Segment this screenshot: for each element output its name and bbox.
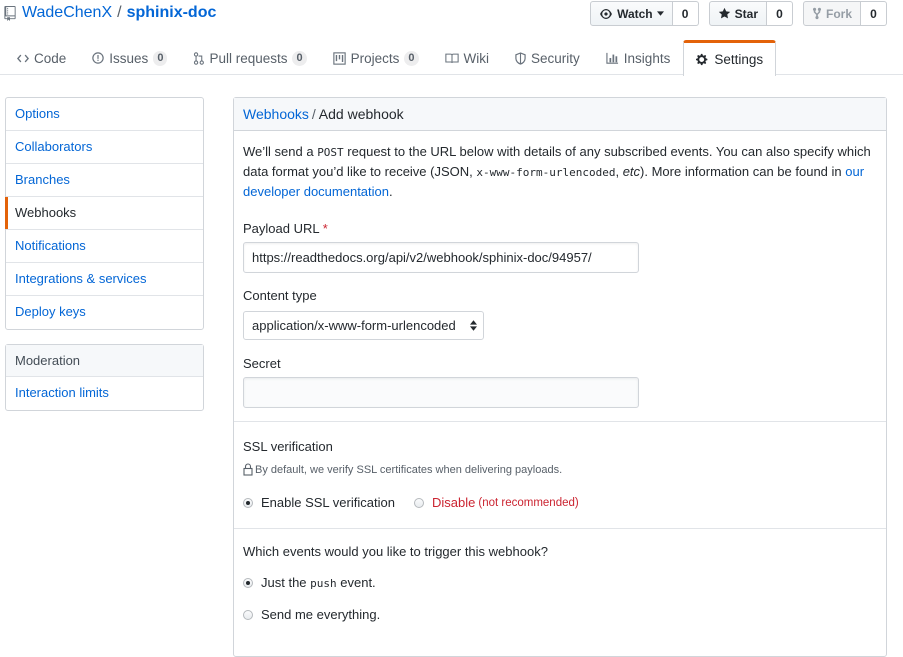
- event-everything-radio[interactable]: [243, 609, 253, 620]
- pagehead-actions: Watch 0 Star 0 Fork 0: [590, 1, 887, 26]
- breadcrumb: Webhooks / Add webhook: [234, 98, 886, 131]
- tab-label: Pull requests: [209, 50, 288, 66]
- event-push-radio[interactable]: [243, 577, 253, 588]
- push-code: push: [310, 577, 337, 590]
- tab-projects[interactable]: Projects 0: [320, 40, 432, 75]
- moderation-menu: Moderation Interaction limits: [5, 344, 204, 411]
- required-mark: *: [322, 221, 328, 236]
- tab-insights[interactable]: Insights: [593, 40, 684, 75]
- select-arrows-icon: [470, 320, 477, 331]
- issues-counter: 0: [153, 50, 168, 66]
- repo-header: WadeChenX / sphinix-doc Watch 0 Star 0 F…: [0, 0, 903, 76]
- ssl-note: By default, we verify SSL certificates w…: [243, 463, 562, 476]
- eye-icon: [600, 8, 612, 19]
- moderation-heading: Moderation: [6, 345, 203, 377]
- intro-text: We’ll send a POST request to the URL bel…: [243, 144, 871, 199]
- caret-down-icon: [656, 11, 664, 16]
- graph-icon: [606, 52, 618, 64]
- gear-icon: [696, 53, 708, 66]
- sidebar-item-integrations[interactable]: Integrations & services: [6, 263, 203, 296]
- sidebar-item-branches[interactable]: Branches: [6, 164, 203, 197]
- sidebar-item-collaborators[interactable]: Collaborators: [6, 131, 203, 164]
- star-count[interactable]: 0: [766, 1, 793, 26]
- page-title: Add webhook: [318, 106, 404, 122]
- tab-label: Security: [531, 50, 580, 66]
- code-icon: [17, 54, 29, 62]
- star-button[interactable]: Star: [708, 1, 767, 26]
- tab-code[interactable]: Code: [4, 40, 79, 75]
- fork-label: Fork: [825, 6, 852, 21]
- ssl-disable-label: Disable: [432, 495, 476, 510]
- sidebar-item-notifications[interactable]: Notifications: [6, 230, 203, 263]
- tab-label: Projects: [350, 50, 400, 66]
- events-question: Which events would you like to trigger t…: [243, 544, 548, 559]
- ssl-enable-option[interactable]: Enable SSL verification: [243, 495, 395, 510]
- content-type-select[interactable]: application/x-www-form-urlencoded: [243, 311, 484, 340]
- content-type-value: application/x-www-form-urlencoded: [252, 318, 456, 333]
- sidebar-item-webhooks[interactable]: Webhooks: [5, 197, 203, 230]
- tab-label: Wiki: [463, 50, 490, 66]
- tab-label: Code: [34, 50, 67, 66]
- settings-menu: Options Collaborators Branches Webhooks …: [5, 97, 204, 330]
- repo-nav: Code Issues 0 Pull requests 0 Projects 0…: [4, 40, 777, 76]
- repo-icon: [4, 5, 16, 21]
- event-everything-option[interactable]: Send me everything.: [243, 607, 380, 622]
- pull-requests-counter: 0: [292, 50, 307, 66]
- event-push-label: Just the push event.: [261, 575, 376, 590]
- repo-path-separator: /: [117, 4, 122, 21]
- fork-count[interactable]: 0: [861, 1, 887, 26]
- tab-label: Settings: [714, 52, 764, 67]
- payload-url-label: Payload URL *: [243, 221, 328, 236]
- watch-button[interactable]: Watch: [590, 1, 673, 26]
- breadcrumb-separator: /: [311, 106, 316, 122]
- repo-owner-link[interactable]: WadeChenX: [22, 4, 112, 22]
- book-icon: [444, 53, 459, 63]
- content-type-label: Content type: [243, 288, 317, 303]
- divider: [234, 528, 886, 529]
- star-group: Star 0: [708, 1, 793, 26]
- repo-name-link[interactable]: sphinix-doc: [127, 4, 217, 22]
- fork-group: Fork 0: [802, 1, 887, 26]
- add-webhook-box: Webhooks / Add webhook We’ll send a POST r…: [233, 97, 887, 657]
- event-everything-label: Send me everything.: [261, 607, 381, 622]
- payload-url-input[interactable]: https://readthedocs.org/api/v2/webhook/s…: [243, 242, 639, 273]
- repo-title: WadeChenX / sphinix-doc: [4, 4, 216, 22]
- tab-issues[interactable]: Issues 0: [79, 40, 180, 75]
- sidebar-item-interaction-limits[interactable]: Interaction limits: [6, 377, 203, 410]
- star-icon: [718, 7, 730, 19]
- watch-group: Watch 0: [590, 1, 699, 26]
- ssl-verification-title: SSL verification: [243, 439, 333, 454]
- secret-label: Secret: [243, 356, 281, 371]
- breadcrumb-webhooks-link[interactable]: Webhooks: [243, 106, 309, 122]
- watch-label: Watch: [617, 6, 653, 21]
- project-icon: [332, 51, 346, 65]
- pull-request-icon: [194, 51, 205, 65]
- post-code: POST: [317, 146, 344, 159]
- issue-icon: [92, 52, 105, 64]
- ssl-enable-radio[interactable]: [243, 497, 253, 508]
- tab-wiki[interactable]: Wiki: [432, 40, 503, 75]
- tab-pull-requests[interactable]: Pull requests 0: [180, 40, 319, 75]
- event-push-option[interactable]: Just the push event.: [243, 575, 376, 590]
- divider: [234, 421, 886, 422]
- tab-security[interactable]: Security: [502, 40, 593, 75]
- format-code: x-www-form-urlencoded: [476, 166, 616, 179]
- ssl-disable-warning: (not recommended): [478, 496, 579, 509]
- watch-count[interactable]: 0: [672, 1, 699, 26]
- tab-label: Insights: [623, 50, 671, 66]
- ssl-disable-radio[interactable]: [414, 497, 424, 508]
- ssl-enable-label: Enable SSL verification: [261, 495, 395, 510]
- ssl-disable-option[interactable]: Disable (not recommended): [414, 495, 579, 510]
- shield-icon: [515, 51, 526, 65]
- sidebar-item-options[interactable]: Options: [6, 98, 203, 131]
- lock-icon: [243, 463, 253, 476]
- tab-label: Issues: [109, 50, 149, 66]
- projects-counter: 0: [404, 50, 419, 66]
- fork-button[interactable]: Fork: [802, 1, 861, 26]
- sidebar-item-deploy-keys[interactable]: Deploy keys: [6, 296, 203, 329]
- fork-icon: [812, 7, 822, 20]
- secret-input[interactable]: [243, 377, 639, 408]
- tab-settings[interactable]: Settings: [683, 40, 777, 76]
- star-label: Star: [734, 6, 758, 21]
